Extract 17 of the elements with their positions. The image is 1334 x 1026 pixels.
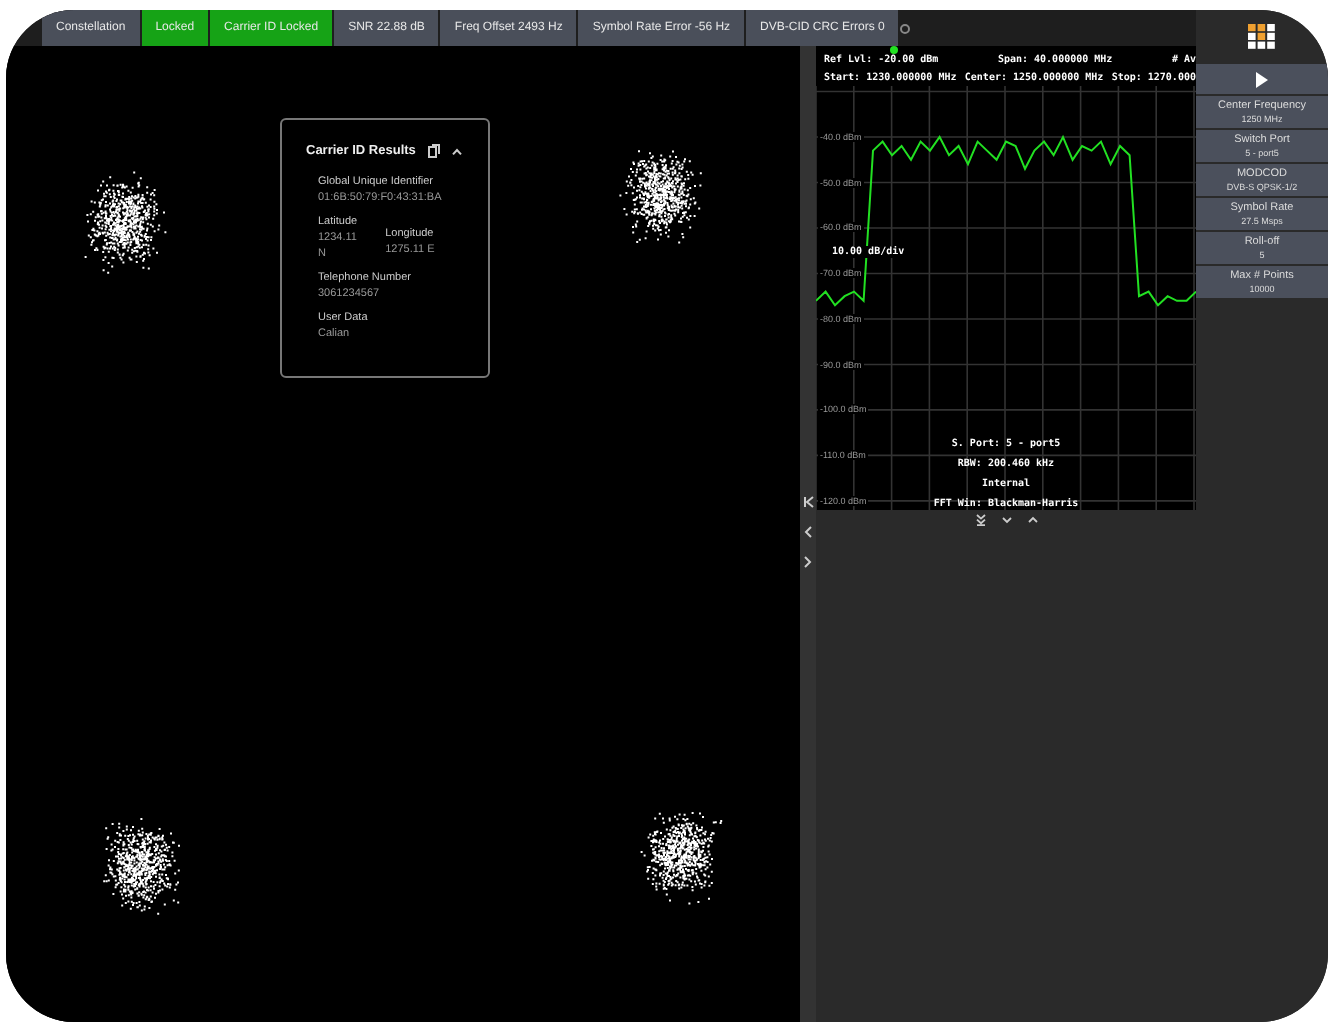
caret-up-icon[interactable] [451,147,462,155]
symbol-cluster [103,818,180,915]
marker-icon [890,46,898,54]
symbol-cluster [84,171,167,274]
chevron-right-icon[interactable] [804,556,812,568]
symbol-cluster [640,812,723,905]
play-button[interactable] [1196,64,1328,94]
circle-icon[interactable] [900,23,911,33]
double-chevron-down-icon[interactable] [975,514,985,526]
skip-start-icon[interactable] [803,496,813,508]
chevron-left-icon[interactable] [804,526,812,538]
play-icon [1256,71,1268,87]
chevron-down-icon[interactable] [1001,514,1011,526]
grid-icon[interactable] [1248,23,1276,49]
symbol-cluster [619,150,702,244]
chevron-up-icon[interactable] [1027,514,1037,526]
copy-icon[interactable] [427,144,440,158]
